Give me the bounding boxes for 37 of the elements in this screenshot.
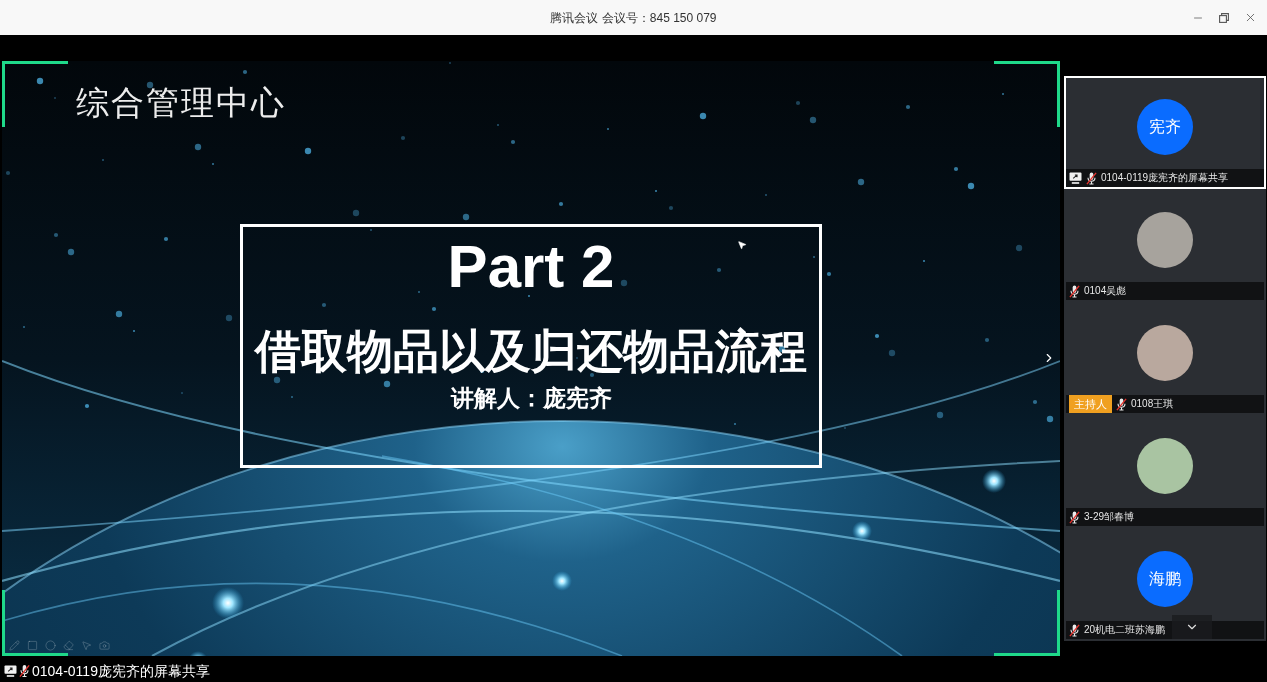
eraser-icon [63,640,74,651]
participant-name: 3-29邹春博 [1084,510,1134,524]
avatar-photo-placeholder [1137,325,1193,381]
avatar-initials: 海鹏 [1137,551,1193,607]
participant-name: 0104-0119庞宪齐的屏幕共享 [1101,171,1229,185]
presenter-line: 讲解人：庞宪齐 [450,384,612,413]
restore-icon [1219,12,1229,23]
mouse-pointer-icon [737,240,747,250]
rectangle-icon [27,640,38,651]
slide-subtitle: 借取物品以及归还物品流程 [255,324,807,379]
avatar-photo-placeholder [1137,438,1193,494]
host-badge: 主持人 [1069,395,1112,413]
pencil-icon [9,640,20,651]
window-title: 腾讯会议 会议号：845 150 079 [550,9,717,27]
participant-tile[interactable]: 0104吴彪 [1064,189,1266,302]
camera-icon [99,640,110,651]
pointer-tool-button[interactable] [81,640,92,651]
avatar-initials: 宪齐 [1137,99,1193,155]
rectangle-tool-button[interactable] [27,640,38,651]
share-caption: 0104-0119庞宪齐的屏幕共享 [32,662,210,680]
screen-share-icon [4,665,17,677]
participant-tile[interactable]: 3-29邹春博 [1064,415,1266,528]
participant-name: 20机电二班苏海鹏 [1084,623,1166,637]
participant-name: 0108王琪 [1131,397,1174,411]
circle-tool-button[interactable] [45,640,56,651]
scroll-down-button[interactable] [1172,615,1212,639]
circle-icon [45,640,56,651]
participant-tile[interactable]: 宪齐 0104-0119庞宪齐的屏幕共享 [1064,76,1266,189]
eraser-tool-button[interactable] [63,640,74,651]
slide-title: Part 2 [447,233,615,301]
pencil-tool-button[interactable] [9,640,20,651]
pointer-icon [81,640,92,651]
participant-tile[interactable]: 主持人 0108王琪 [1064,302,1266,415]
slide-header: 综合管理中心 [76,83,286,123]
participant-name: 0104吴彪 [1084,284,1127,298]
camera-tool-button[interactable] [99,640,110,651]
avatar-photo-placeholder [1137,212,1193,268]
